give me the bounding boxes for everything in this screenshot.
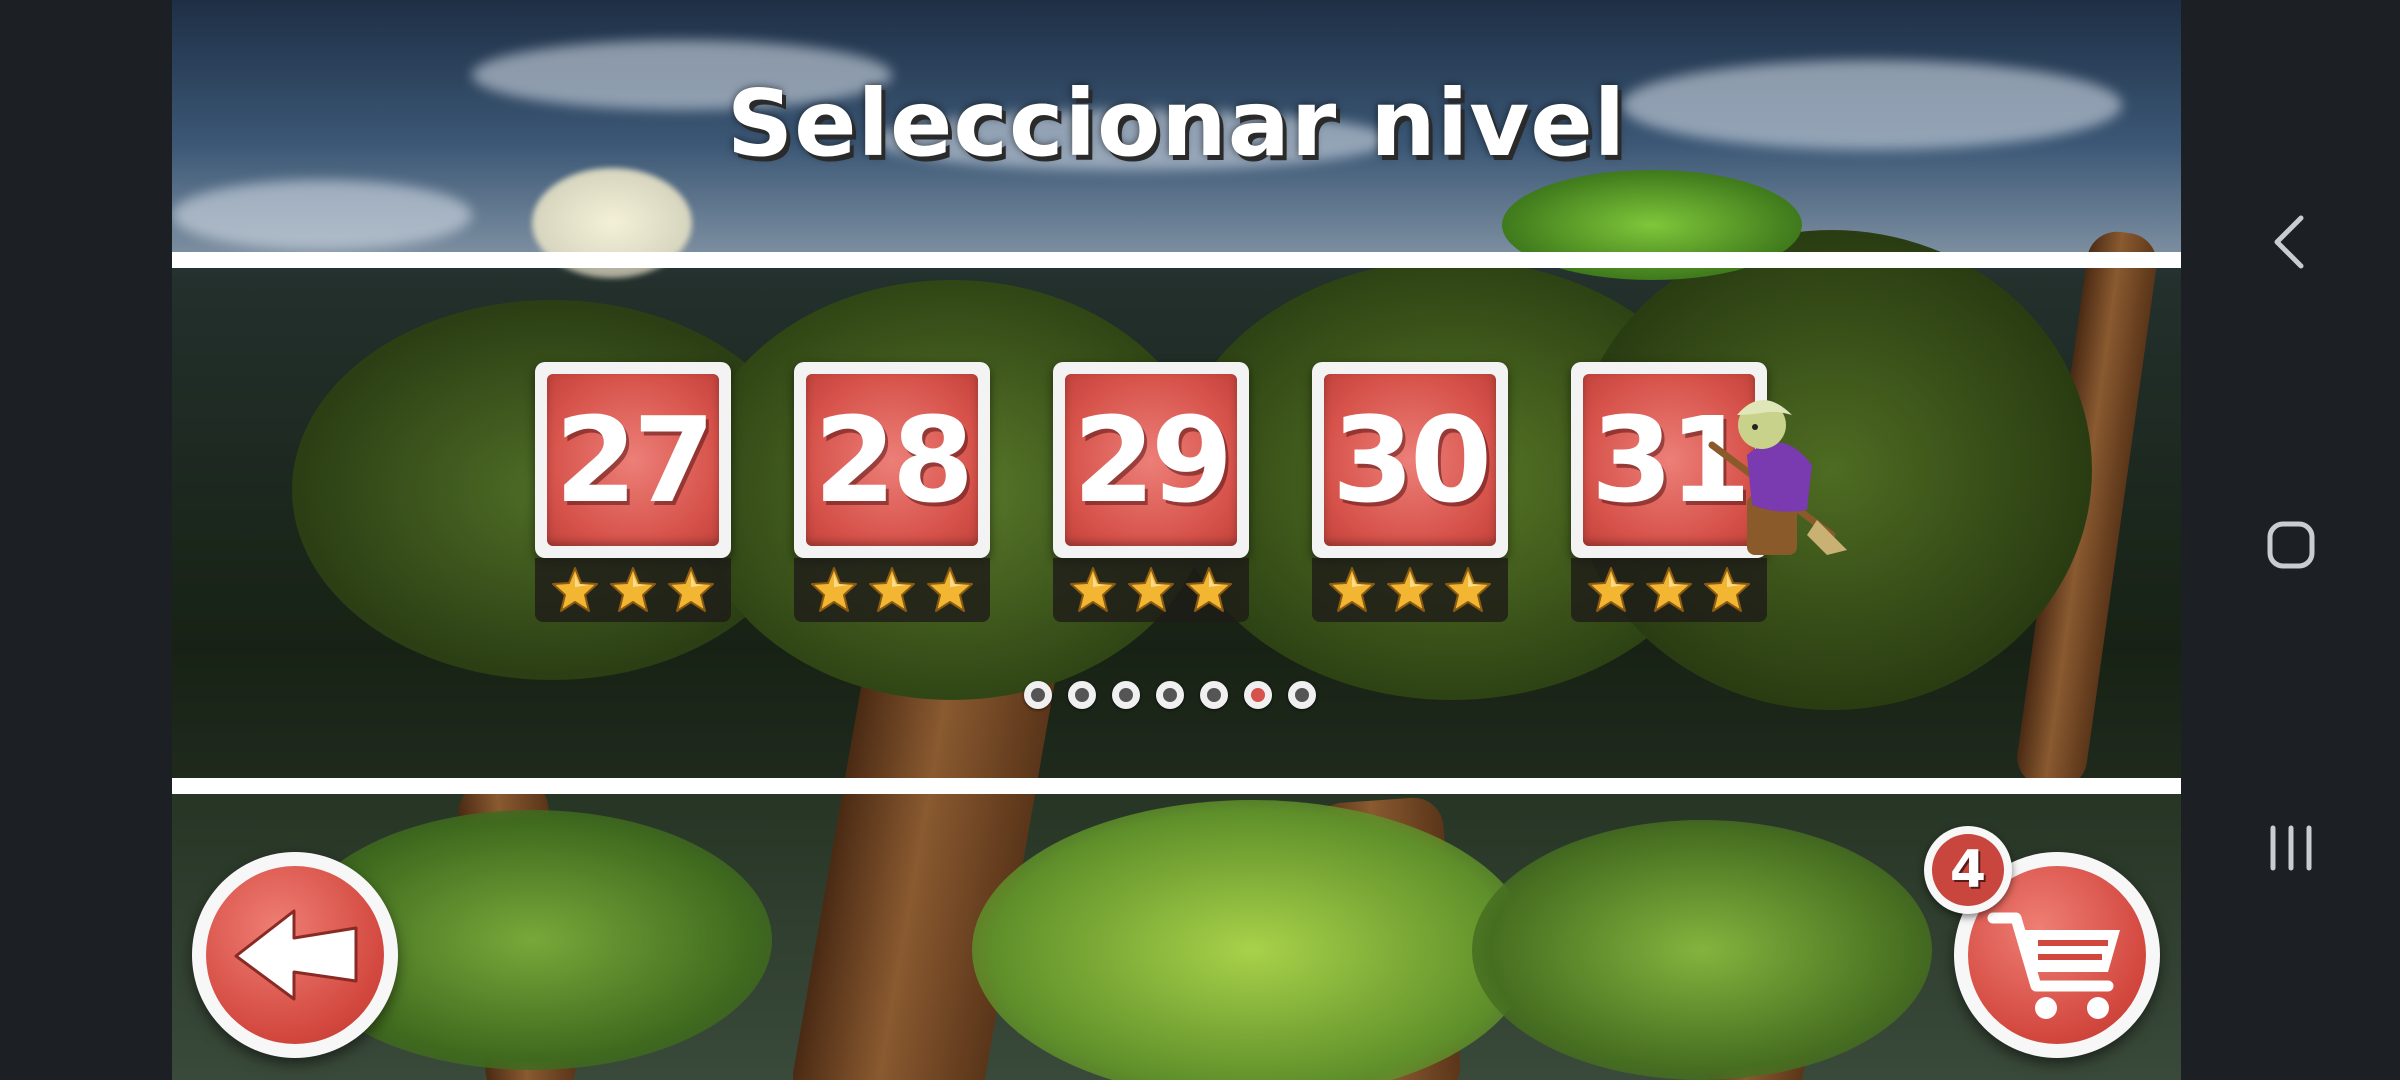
level-tile-28[interactable]: 28: [794, 362, 990, 622]
level-number: 30: [1331, 391, 1492, 529]
level-face: 29: [1065, 374, 1237, 546]
star-icon: [1070, 567, 1116, 612]
page-dot-4[interactable]: [1156, 681, 1184, 709]
three-lines-icon[interactable]: [2251, 808, 2331, 888]
level-tile-30[interactable]: 30: [1312, 362, 1508, 622]
level-card: 27: [535, 362, 731, 558]
bottom-divider: [172, 778, 2181, 794]
level-tile-27[interactable]: 27: [535, 362, 731, 622]
page-dot-6[interactable]: [1244, 681, 1272, 709]
shop-count-badge: 4: [1924, 826, 2012, 914]
star-rating: [535, 558, 731, 622]
arrow-left-icon: [234, 909, 358, 1001]
foliage: [1472, 820, 1932, 1080]
star-rating: [794, 558, 990, 622]
level-tile-29[interactable]: 29: [1053, 362, 1249, 622]
star-icon: [1186, 567, 1232, 612]
star-icon: [1387, 567, 1433, 612]
star-icon: [1588, 567, 1634, 612]
rounded-square-icon[interactable]: [2251, 505, 2331, 585]
star-icon: [552, 567, 598, 612]
page-dot-5[interactable]: [1200, 681, 1228, 709]
star-rating: [1053, 558, 1249, 622]
star-icon: [927, 567, 973, 612]
level-number: 29: [1072, 391, 1233, 529]
star-rating: [1571, 558, 1767, 622]
star-icon: [1646, 567, 1692, 612]
page-dot-1[interactable]: [1024, 681, 1052, 709]
level-card: 29: [1053, 362, 1249, 558]
level-card: 28: [794, 362, 990, 558]
back-button[interactable]: [192, 852, 398, 1058]
star-icon: [1329, 567, 1375, 612]
star-rating: [1312, 558, 1508, 622]
cloud-decoration: [172, 180, 472, 250]
level-face: 28: [806, 374, 978, 546]
level-face: 27: [547, 374, 719, 546]
star-icon: [1704, 567, 1750, 612]
page-dot-2[interactable]: [1068, 681, 1096, 709]
top-divider: [172, 252, 2181, 268]
page-dot-3[interactable]: [1112, 681, 1140, 709]
shop-count: 4: [1932, 834, 2004, 906]
back-button-face: [206, 866, 384, 1044]
star-icon: [1445, 567, 1491, 612]
star-icon: [668, 567, 714, 612]
level-card: 30: [1312, 362, 1508, 558]
page-indicator: [1024, 681, 1316, 711]
foliage: [972, 800, 1532, 1080]
star-icon: [1128, 567, 1174, 612]
game-viewport: Seleccionar nivel 27 28 29 30 31 4: [172, 0, 2181, 1080]
app-screen: Seleccionar nivel 27 28 29 30 31 4: [0, 0, 2400, 1080]
star-icon: [869, 567, 915, 612]
star-icon: [610, 567, 656, 612]
chevron-left-icon[interactable]: [2251, 202, 2331, 282]
level-number: 28: [813, 391, 974, 529]
star-icon: [811, 567, 857, 612]
level-number: 27: [554, 391, 715, 529]
page-title: Seleccionar nivel: [726, 70, 1627, 177]
system-navigation-bar: [2181, 0, 2400, 1080]
witch-character-icon: [1708, 400, 1847, 555]
page-dot-7[interactable]: [1288, 681, 1316, 709]
level-face: 30: [1324, 374, 1496, 546]
